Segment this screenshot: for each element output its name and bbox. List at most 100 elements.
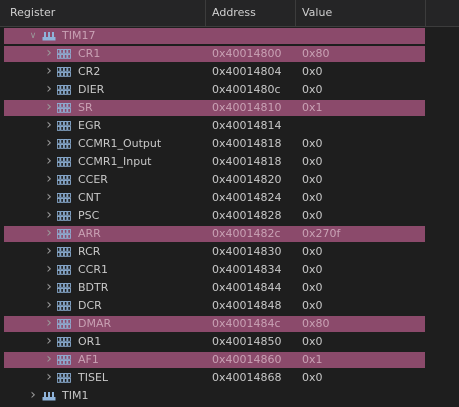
chevron-right-icon[interactable]: › <box>44 261 54 279</box>
register-value[interactable]: 0x0 <box>302 189 323 207</box>
peripheral-row[interactable]: ∨ TIM17 <box>0 27 459 45</box>
chevron-right-icon[interactable]: › <box>44 297 54 315</box>
register-icon <box>57 85 71 95</box>
register-row[interactable]: › EGR 0x40014814 <box>0 117 459 135</box>
register-value[interactable]: 0x0 <box>302 153 323 171</box>
register-value[interactable]: 0x0 <box>302 171 323 189</box>
register-value[interactable]: 0x1 <box>302 99 323 117</box>
chevron-right-icon[interactable]: › <box>44 207 54 225</box>
register-row[interactable]: › BDTR 0x40014844 0x0 <box>0 279 459 297</box>
register-value[interactable]: 0x270f <box>302 225 340 243</box>
column-address-header[interactable]: Address <box>206 0 296 26</box>
register-row[interactable]: › CR2 0x40014804 0x0 <box>0 63 459 81</box>
register-icon <box>57 265 71 275</box>
register-icon <box>57 229 71 239</box>
register-row[interactable]: › AF1 0x40014860 0x1 <box>0 351 459 369</box>
register-address: 0x40014824 <box>212 191 282 204</box>
chevron-right-icon[interactable]: › <box>44 315 54 333</box>
chevron-right-icon[interactable]: › <box>44 99 54 117</box>
register-row[interactable]: › PSC 0x40014828 0x0 <box>0 207 459 225</box>
chevron-right-icon[interactable]: › <box>44 135 54 153</box>
peripheral-row[interactable]: › TIM1 <box>0 387 459 405</box>
register-icon <box>57 193 71 203</box>
register-value[interactable]: 0x0 <box>302 81 323 99</box>
column-register-header[interactable]: Register <box>4 0 206 26</box>
register-address: 0x40014834 <box>212 263 282 276</box>
chevron-right-icon[interactable]: › <box>44 279 54 297</box>
register-name: EGR <box>78 119 102 132</box>
register-icon <box>57 139 71 149</box>
register-name: DMAR <box>78 317 112 330</box>
register-name: ARR <box>78 227 101 240</box>
register-icon <box>57 67 71 77</box>
register-value[interactable]: 0x80 <box>302 45 330 63</box>
register-row[interactable]: › DIER 0x4001480c 0x0 <box>0 81 459 99</box>
register-value[interactable]: 0x0 <box>302 63 323 81</box>
register-row[interactable]: › CNT 0x40014824 0x0 <box>0 189 459 207</box>
register-address: 0x40014860 <box>212 353 282 366</box>
register-icon <box>57 211 71 221</box>
register-row[interactable]: › TISEL 0x40014868 0x0 <box>0 369 459 387</box>
chevron-down-icon[interactable]: ∨ <box>28 27 38 45</box>
register-icon <box>57 319 71 329</box>
chevron-right-icon[interactable]: › <box>44 117 54 135</box>
register-address: 0x40014868 <box>212 371 282 384</box>
register-name: RCR <box>78 245 101 258</box>
column-value-header[interactable]: Value <box>296 0 426 26</box>
register-icon <box>57 373 71 383</box>
register-row[interactable]: › DCR 0x40014848 0x0 <box>0 297 459 315</box>
register-value[interactable]: 0x0 <box>302 297 323 315</box>
register-name: TISEL <box>78 371 109 384</box>
register-value[interactable]: 0x0 <box>302 279 323 297</box>
register-row[interactable]: › RCR 0x40014830 0x0 <box>0 243 459 261</box>
chevron-right-icon[interactable]: › <box>44 63 54 81</box>
register-icon <box>57 49 71 59</box>
chevron-right-icon[interactable]: › <box>44 243 54 261</box>
chevron-right-icon[interactable]: › <box>44 333 54 351</box>
register-value[interactable]: 0x80 <box>302 315 330 333</box>
register-icon <box>57 355 71 365</box>
register-address: 0x40014830 <box>212 245 282 258</box>
register-row[interactable]: › SR 0x40014810 0x1 <box>0 99 459 117</box>
register-row[interactable]: › CCMR1_Input 0x40014818 0x0 <box>0 153 459 171</box>
register-row[interactable]: › CCER 0x40014820 0x0 <box>0 171 459 189</box>
chevron-right-icon[interactable]: › <box>44 225 54 243</box>
chevron-right-icon[interactable]: › <box>28 387 38 405</box>
register-name: SR <box>78 101 93 114</box>
register-value[interactable]: 0x0 <box>302 135 323 153</box>
chevron-right-icon[interactable]: › <box>44 153 54 171</box>
register-row[interactable]: › CCR1 0x40014834 0x0 <box>0 261 459 279</box>
register-icon <box>57 175 71 185</box>
register-address: 0x40014810 <box>212 101 282 114</box>
register-row[interactable]: › CCMR1_Output 0x40014818 0x0 <box>0 135 459 153</box>
chevron-right-icon[interactable]: › <box>44 45 54 63</box>
register-value[interactable]: 0x0 <box>302 243 323 261</box>
chevron-right-icon[interactable]: › <box>44 369 54 387</box>
chevron-right-icon[interactable]: › <box>44 81 54 99</box>
register-name: OR1 <box>78 335 102 348</box>
register-value[interactable]: 0x0 <box>302 333 323 351</box>
register-row[interactable]: › DMAR 0x4001484c 0x80 <box>0 315 459 333</box>
register-name: BDTR <box>78 281 109 294</box>
register-address: 0x40014818 <box>212 155 282 168</box>
register-value[interactable]: 0x1 <box>302 351 323 369</box>
register-address: 0x4001482c <box>212 227 281 240</box>
register-name: PSC <box>78 209 100 222</box>
register-value[interactable]: 0x0 <box>302 261 323 279</box>
register-value[interactable]: 0x0 <box>302 207 323 225</box>
register-icon <box>57 247 71 257</box>
peripheral-name: TIM1 <box>62 389 89 402</box>
register-name: CR2 <box>78 65 101 78</box>
register-row[interactable]: › ARR 0x4001482c 0x270f <box>0 225 459 243</box>
register-name: CCR1 <box>78 263 109 276</box>
register-icon <box>57 103 71 113</box>
register-address: 0x40014828 <box>212 209 282 222</box>
register-row[interactable]: › CR1 0x40014800 0x80 <box>0 45 459 63</box>
register-value[interactable]: 0x0 <box>302 369 323 387</box>
chevron-right-icon[interactable]: › <box>44 351 54 369</box>
register-name: CR1 <box>78 47 101 60</box>
register-row[interactable]: › OR1 0x40014850 0x0 <box>0 333 459 351</box>
register-name: CNT <box>78 191 101 204</box>
chevron-right-icon[interactable]: › <box>44 171 54 189</box>
chevron-right-icon[interactable]: › <box>44 189 54 207</box>
